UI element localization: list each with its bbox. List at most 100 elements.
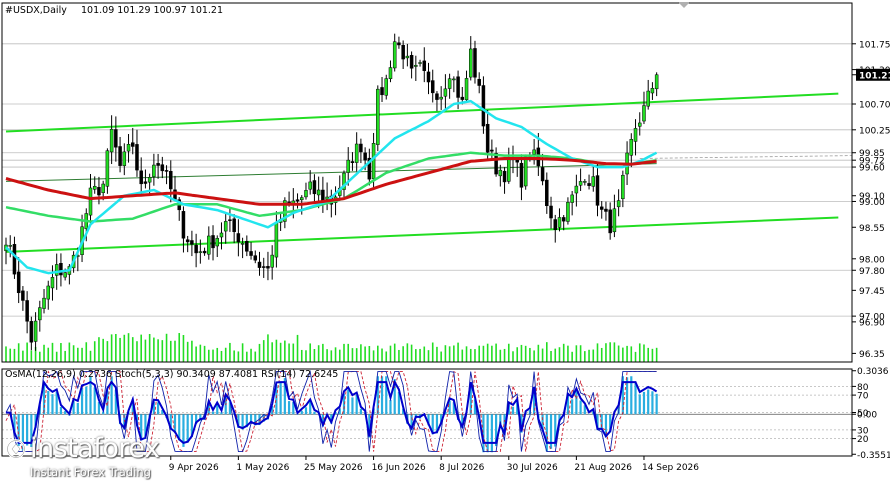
- bull-candle: [578, 181, 583, 186]
- bull-candle: [447, 78, 452, 89]
- price-axis-label: 99.60: [859, 164, 885, 174]
- bull-candle: [414, 65, 418, 67]
- bull-candle: [8, 245, 12, 247]
- bull-candle: [88, 187, 93, 216]
- bull-candle: [557, 217, 562, 228]
- instaforex-logo-icon: [6, 439, 26, 459]
- bear-candle: [456, 76, 460, 98]
- bull-candle: [498, 169, 503, 177]
- bull-candle: [109, 128, 114, 153]
- bear-candle: [266, 266, 270, 269]
- bull-candle: [240, 243, 245, 245]
- bear-candle: [604, 208, 608, 212]
- bull-candle: [443, 88, 448, 97]
- bear-candle: [185, 239, 190, 243]
- bull-candle: [574, 185, 579, 194]
- bear-candle: [21, 290, 25, 301]
- price-axis-label: 98.00: [859, 255, 885, 265]
- bear-candle: [409, 55, 414, 69]
- bear-candle: [236, 233, 241, 243]
- price-axis-label: 100.70: [859, 101, 890, 111]
- bull-candle: [219, 232, 224, 238]
- oscillator-scale-label: 0.3036: [857, 367, 889, 377]
- bull-candle: [583, 181, 587, 183]
- bear-candle: [397, 42, 401, 46]
- price-axis-label: 98.55: [859, 224, 885, 234]
- instaforex-branding: instaforex Instant Forex Trading: [6, 434, 196, 480]
- bull-candle: [42, 297, 46, 309]
- price-axis-label: 97.45: [859, 287, 885, 297]
- date-axis-label: 30 Jul 2026: [507, 463, 558, 473]
- bull-candle: [92, 186, 97, 190]
- bear-candle: [553, 219, 557, 230]
- current-price-label: 101.21: [859, 71, 890, 81]
- bull-candle: [50, 277, 55, 289]
- bull-candle: [198, 251, 203, 253]
- bear-candle: [545, 179, 549, 207]
- bull-candle: [126, 144, 131, 152]
- bull-candle: [523, 156, 528, 187]
- bear-candle: [430, 80, 435, 94]
- bear-candle: [549, 205, 553, 219]
- bear-candle: [321, 189, 325, 201]
- bear-candle: [169, 171, 173, 190]
- bear-candle: [261, 266, 266, 268]
- bear-candle: [211, 235, 215, 249]
- bull-candle: [376, 88, 380, 145]
- instaforex-logo-text: instaforex: [30, 433, 160, 464]
- bear-candle: [473, 48, 477, 78]
- bull-candle: [469, 48, 473, 78]
- bear-candle: [363, 152, 367, 161]
- bull-candle: [464, 78, 469, 101]
- bear-candle: [287, 201, 291, 204]
- bear-candle: [16, 271, 21, 294]
- bear-candle: [312, 180, 317, 195]
- price-axis-label: 96.90: [859, 318, 885, 328]
- bull-candle: [638, 122, 642, 127]
- date-axis-label: 14 Sep 2026: [642, 463, 699, 473]
- price-chart[interactable]: 101.75101.30101.21100.70100.2599.8599.72…: [0, 0, 890, 482]
- bull-candle: [616, 200, 621, 208]
- bull-candle: [101, 183, 105, 193]
- bear-candle: [608, 209, 612, 234]
- bear-candle: [422, 60, 427, 71]
- date-axis-label: 8 Jul 2026: [439, 463, 484, 473]
- bear-candle: [156, 163, 160, 166]
- bull-candle: [354, 143, 359, 163]
- bull-candle: [612, 208, 617, 233]
- bear-candle: [194, 244, 198, 254]
- bear-candle: [181, 211, 186, 239]
- bear-candle: [143, 181, 148, 184]
- bear-candle: [481, 85, 486, 127]
- bear-candle: [245, 240, 249, 252]
- bear-candle: [485, 123, 490, 153]
- bull-candle: [304, 190, 308, 198]
- date-axis-label: 16 Jun 2026: [372, 463, 426, 473]
- bull-candle: [507, 159, 511, 182]
- bull-candle: [439, 96, 443, 100]
- bull-candle: [105, 150, 110, 187]
- bull-candle: [63, 272, 67, 278]
- oscillator-scale-label: 20: [857, 435, 869, 445]
- bull-candle: [38, 307, 42, 321]
- symbol-header: #USDX,Daily: [5, 5, 67, 16]
- bull-candle: [54, 264, 59, 276]
- bear-candle: [561, 217, 566, 222]
- bull-candle: [346, 159, 350, 173]
- bear-candle: [426, 71, 431, 83]
- bull-candle: [147, 177, 152, 183]
- bear-candle: [114, 129, 118, 148]
- bear-candle: [519, 162, 524, 188]
- bear-candle: [350, 161, 355, 163]
- bull-candle: [591, 176, 596, 187]
- bull-candle: [621, 174, 625, 200]
- date-axis-label: 21 Aug 2026: [574, 463, 632, 473]
- bull-candle: [46, 285, 50, 300]
- chart-window[interactable]: 101.75101.30101.21100.70100.2599.8599.72…: [0, 0, 890, 482]
- date-axis-label: 25 May 2026: [304, 463, 363, 473]
- bull-candle: [650, 88, 655, 94]
- bear-candle: [515, 160, 519, 163]
- bear-candle: [135, 144, 139, 171]
- instaforex-slogan: Instant Forex Trading: [30, 465, 151, 479]
- bear-candle: [97, 187, 101, 196]
